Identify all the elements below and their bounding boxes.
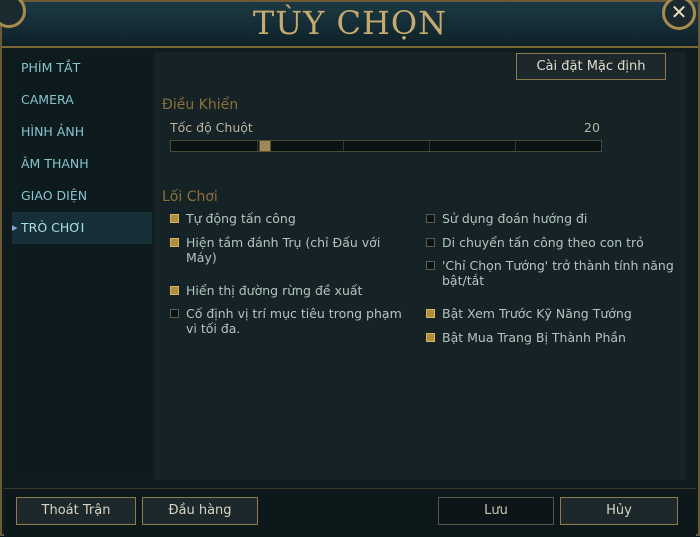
options-window: TÙY CHỌN ✕ PHÍM TẮT CAMERA HÌNH ẢNH ÂM T… [0, 0, 700, 537]
window-header: TÙY CHỌN ✕ [0, 0, 698, 48]
option-buy-components[interactable]: Bật Mua Trang Bị Thành Phần [426, 330, 676, 345]
checkbox[interactable] [426, 333, 435, 342]
option-label: Hiển thị đường rừng đề xuất [186, 283, 363, 298]
option-label: Sử dụng đoán hướng đi [442, 211, 588, 226]
mouse-speed-slider[interactable] [170, 140, 602, 152]
option-auto-attack[interactable]: Tự động tấn công [170, 211, 410, 226]
sidebar-item-camera[interactable]: CAMERA [12, 84, 152, 116]
slider-tick [429, 141, 430, 151]
surrender-button[interactable]: Đầu hàng [142, 497, 258, 525]
save-button[interactable]: Lưu [438, 497, 554, 525]
sidebar-item-hotkeys[interactable]: PHÍM TẮT [12, 52, 152, 84]
checkbox[interactable] [426, 261, 435, 270]
option-label: Di chuyển tấn công theo con trỏ [442, 235, 644, 250]
slider-tick [343, 141, 344, 151]
settings-panel: Cài đặt Mặc định Điều Khiển Tốc độ Chuột… [154, 52, 686, 480]
option-target-champions-toggle[interactable]: 'Chỉ Chọn Tướng' trở thành tính năng bật… [426, 258, 676, 288]
checkbox[interactable] [170, 286, 179, 295]
controls-section-title: Điều Khiển [162, 97, 239, 113]
checkbox[interactable] [426, 214, 435, 223]
option-move-prediction[interactable]: Sử dụng đoán hướng đi [426, 211, 676, 226]
gameplay-section-title: Lối Chơi [162, 189, 218, 205]
sidebar-item-game[interactable]: TRÒ CHƠI [12, 212, 152, 244]
close-icon: ✕ [670, 0, 688, 24]
window-title: TÙY CHỌN [252, 4, 448, 42]
option-label: Bật Mua Trang Bị Thành Phần [442, 330, 626, 345]
option-turret-range[interactable]: Hiện tầm đánh Trụ (chỉ Đấu với Máy) [170, 235, 410, 265]
option-jungle-path[interactable]: Hiển thị đường rừng đề xuất [170, 283, 410, 298]
option-target-lock[interactable]: Cố định vị trí mục tiêu trong phạm vi tố… [170, 306, 410, 336]
option-label: Hiện tầm đánh Trụ (chỉ Đấu với Máy) [186, 235, 381, 265]
sidebar-item-sound[interactable]: ÂM THANH [12, 148, 152, 180]
cancel-button[interactable]: Hủy [560, 497, 678, 525]
option-label: Tự động tấn công [186, 211, 296, 226]
sidebar-item-interface[interactable]: GIAO DIỆN [12, 180, 152, 212]
option-label: Bật Xem Trước Kỹ Năng Tướng [442, 306, 632, 321]
checkbox[interactable] [170, 309, 179, 318]
restore-defaults-button[interactable]: Cài đặt Mặc định [516, 53, 666, 80]
checkbox[interactable] [426, 309, 435, 318]
sidebar: PHÍM TẮT CAMERA HÌNH ẢNH ÂM THANH GIAO D… [12, 52, 152, 477]
option-ability-preview[interactable]: Bật Xem Trước Kỹ Năng Tướng [426, 306, 676, 321]
option-label: 'Chỉ Chọn Tướng' trở thành tính năng bật… [442, 258, 674, 288]
option-attack-move-cursor[interactable]: Di chuyển tấn công theo con trỏ [426, 235, 676, 250]
checkbox[interactable] [426, 238, 435, 247]
slider-tick [515, 141, 516, 151]
mouse-speed-label: Tốc độ Chuột [170, 120, 253, 135]
slider-tick [257, 141, 258, 151]
footer-bar: Thoát Trận Đầu hàng Lưu Hủy [4, 488, 696, 537]
mouse-speed-value: 20 [584, 120, 600, 135]
sidebar-item-graphics[interactable]: HÌNH ẢNH [12, 116, 152, 148]
option-label: Cố định vị trí mục tiêu trong phạm vi tố… [186, 306, 402, 336]
checkbox[interactable] [170, 214, 179, 223]
slider-handle[interactable] [259, 140, 271, 152]
checkbox[interactable] [170, 238, 179, 247]
leave-match-button[interactable]: Thoát Trận [16, 497, 136, 525]
